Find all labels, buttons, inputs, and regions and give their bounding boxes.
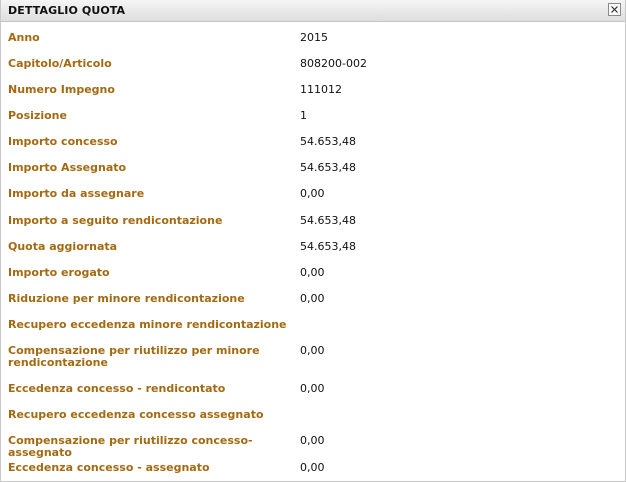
field-label: Importo Assegnato: [8, 161, 127, 174]
field-label: Recupero eccedenza minore rendicontazion…: [8, 318, 287, 331]
field-value: 0,00: [300, 187, 325, 200]
field-label: Importo concesso: [8, 135, 118, 148]
field-value: 0,00: [300, 461, 325, 474]
close-icon: [611, 6, 618, 13]
field-label: Eccedenza concesso - assegnato: [8, 461, 210, 474]
field-value: 54.653,48: [300, 161, 356, 174]
dialog-title: DETTAGLIO QUOTA: [8, 4, 126, 17]
field-value: 54.653,48: [300, 240, 356, 253]
detail-dialog: DETTAGLIO QUOTA Anno 2015 Capitolo/Artic…: [0, 0, 626, 482]
field-value: 0,00: [300, 382, 325, 395]
field-value: 0,00: [300, 434, 325, 447]
field-value: 0,00: [300, 266, 325, 279]
field-value: 54.653,48: [300, 214, 356, 227]
field-label: Posizione: [8, 109, 67, 122]
field-value: 111012: [300, 83, 342, 96]
field-value: 54.653,48: [300, 135, 356, 148]
field-label: Riduzione per minore rendicontazione: [8, 292, 245, 305]
field-value: 808200-002: [300, 57, 367, 70]
dialog-titlebar: DETTAGLIO QUOTA: [1, 0, 625, 22]
field-value: 0,00: [300, 344, 325, 357]
field-label: Recupero eccedenza concesso assegnato: [8, 408, 264, 421]
field-label: Compensazione per riutilizzo per minore …: [8, 344, 260, 369]
field-label: Eccedenza concesso - rendicontato: [8, 382, 226, 395]
field-label: Compensazione per riutilizzo concesso-as…: [8, 434, 253, 459]
field-label: Importo erogato: [8, 266, 110, 279]
field-label: Capitolo/Articolo: [8, 57, 112, 70]
field-label: Importo a seguito rendicontazione: [8, 214, 223, 227]
field-label: Anno: [8, 31, 40, 44]
field-value: 0,00: [300, 292, 325, 305]
field-label: Importo da assegnare: [8, 187, 145, 200]
close-button[interactable]: [608, 3, 621, 16]
field-label: Numero Impegno: [8, 83, 115, 96]
field-value: 1: [300, 109, 307, 122]
field-label: Quota aggiornata: [8, 240, 118, 253]
field-value: 2015: [300, 31, 328, 44]
